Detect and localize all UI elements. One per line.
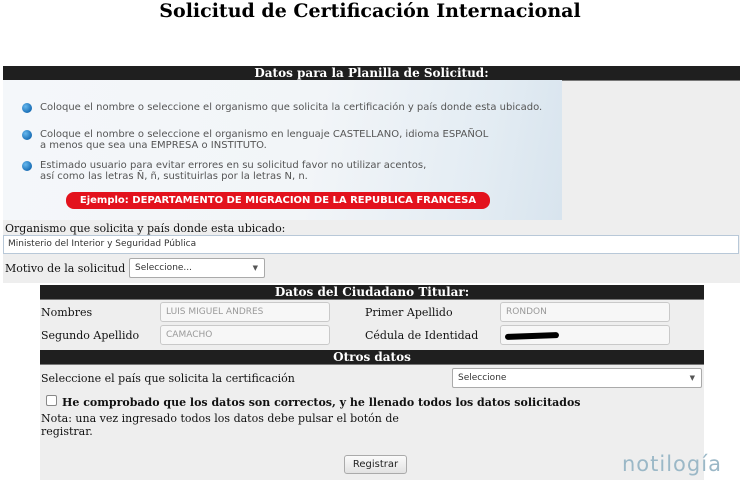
example-badge: Ejemplo: DEPARTAMENTO DE MIGRACION DE LA… (66, 192, 490, 209)
confirm-label: He comprobado que los datos son correcto… (62, 396, 581, 409)
nombres-field[interactable]: LUIS MIGUEL ANDRES (160, 302, 330, 322)
organismo-label: Organismo que solicita y país donde esta… (5, 222, 286, 235)
planilla-section-header: Datos para la Planilla de Solicitud: (3, 66, 740, 81)
pais-label: Seleccione el país que solicita la certi… (41, 372, 295, 385)
chevron-down-icon: ▼ (689, 374, 695, 382)
primer-apellido-label: Primer Apellido (365, 306, 453, 319)
segundo-apellido-label: Segundo Apellido (41, 329, 140, 342)
confirm-checkbox[interactable] (46, 395, 57, 406)
register-button[interactable]: Registrar (344, 455, 407, 474)
motivo-label: Motivo de la solicitud (5, 262, 126, 275)
instruction-text-2: Coloque el nombre o seleccione el organi… (40, 129, 489, 151)
note-text: Nota: una vez ingresado todos los datos … (41, 412, 399, 438)
pais-select-value: Seleccione (458, 373, 507, 383)
bullet-icon (22, 161, 32, 171)
pais-select[interactable]: Seleccione ▼ (452, 368, 702, 388)
citizen-section-header: Datos del Ciudadano Titular: (40, 285, 704, 300)
organismo-input[interactable]: Ministerio del Interior y Seguridad Públ… (3, 235, 739, 254)
nombres-label: Nombres (41, 306, 93, 319)
segundo-apellido-field[interactable]: CAMACHO (160, 325, 330, 345)
bullet-icon (22, 130, 32, 140)
motivo-select[interactable]: Seleccione... ▼ (129, 258, 265, 278)
otros-section-header: Otros datos (40, 350, 704, 365)
instruction-text-1: Coloque el nombre o seleccione el organi… (40, 102, 543, 113)
primer-apellido-field[interactable]: RONDON (500, 302, 670, 322)
page-title: Solicitud de Certificación Internacional (159, 0, 581, 22)
cedula-label: Cédula de Identidad (365, 329, 479, 342)
bullet-icon (22, 103, 32, 113)
instruction-text-3: Estimado usuario para evitar errores en … (40, 160, 427, 182)
chevron-down-icon: ▼ (252, 264, 258, 272)
watermark-logo: notilogía (622, 452, 722, 476)
motivo-select-value: Seleccione... (135, 263, 193, 273)
